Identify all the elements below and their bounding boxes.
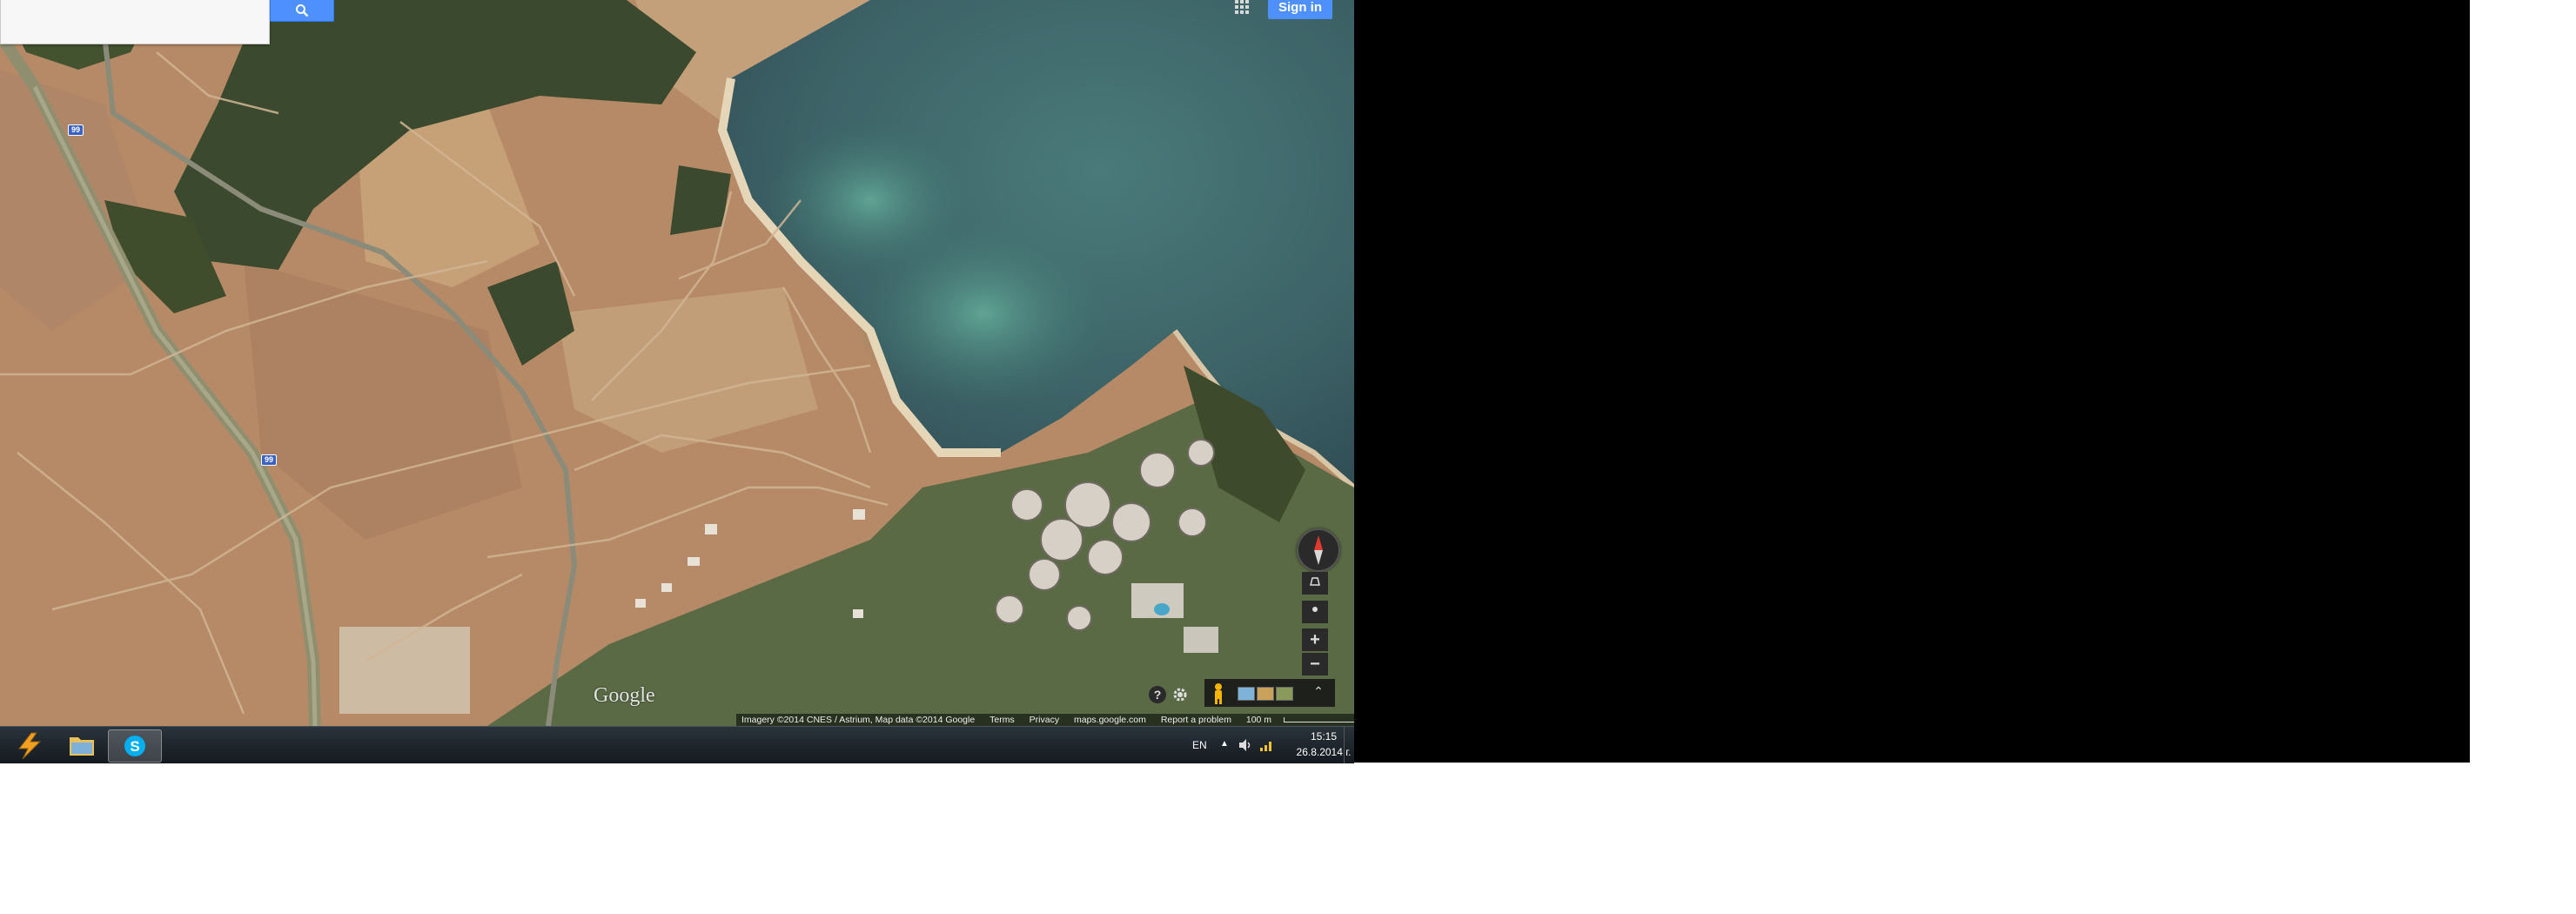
scale-bar	[1284, 717, 1354, 723]
google-logo: Google	[594, 684, 655, 707]
skype-icon: S	[124, 736, 145, 756]
pegman-icon[interactable]	[1211, 682, 1226, 705]
terms-link[interactable]: Terms	[989, 715, 1015, 725]
start-button[interactable]	[3, 729, 56, 761]
zoom-in-button[interactable]: +	[1302, 628, 1328, 651]
imagery-attribution: Imagery ©2014 CNES / Astrium, Map data ©…	[741, 715, 976, 725]
svg-text:S: S	[130, 738, 139, 755]
volume-icon[interactable]	[1238, 737, 1253, 753]
search-input[interactable]	[0, 0, 270, 44]
lightning-app-icon	[17, 732, 42, 760]
expand-panel-icon[interactable]: ⌃	[1311, 684, 1325, 698]
skype-button[interactable]: S	[108, 729, 162, 763]
folder-icon	[70, 737, 94, 756]
show-desktop-button[interactable]	[1344, 727, 1355, 763]
satellite-imagery	[0, 0, 1354, 726]
show-hidden-icons-icon[interactable]: ▲	[1220, 739, 1229, 749]
earth-view-thumbnail[interactable]	[1257, 687, 1274, 701]
rotate-button[interactable]	[1302, 601, 1328, 623]
road-label-99-south: 99	[261, 454, 278, 466]
help-icon[interactable]: ?	[1149, 686, 1166, 703]
map-footer: Imagery ©2014 CNES / Astrium, Map data ©…	[736, 714, 1354, 726]
map-view-thumbnail[interactable]	[1238, 687, 1255, 701]
language-indicator[interactable]: EN	[1192, 739, 1207, 751]
report-problem-link[interactable]: Report a problem	[1161, 715, 1231, 725]
terrain-view-thumbnail[interactable]	[1276, 687, 1293, 701]
network-signal-icon[interactable]	[1258, 737, 1274, 753]
settings-gear-icon[interactable]	[1171, 686, 1189, 703]
file-explorer-button[interactable]	[56, 729, 108, 761]
rotate-icon	[1312, 607, 1318, 612]
zoom-out-button[interactable]: −	[1302, 653, 1328, 675]
satellite-map[interactable]: 99 99 Sign in + − ? ⌃ Google Imagery ©20…	[0, 0, 1354, 726]
privacy-link[interactable]: Privacy	[1030, 715, 1059, 725]
road-label-99-north: 99	[68, 124, 84, 136]
apps-grid-icon[interactable]	[1234, 0, 1250, 14]
search-button[interactable]	[270, 0, 334, 22]
compass-control[interactable]	[1297, 528, 1340, 572]
tilt-icon	[1310, 577, 1320, 586]
taskbar: S EN ▲ 15:15 26.8.2014 г.	[0, 726, 1354, 763]
site-link[interactable]: maps.google.com	[1074, 715, 1146, 725]
sign-in-button[interactable]: Sign in	[1268, 0, 1332, 19]
search-icon	[296, 4, 309, 17]
scale-label: 100 m	[1245, 715, 1272, 725]
tilt-button[interactable]	[1302, 572, 1328, 595]
compass-icon	[1314, 535, 1323, 565]
